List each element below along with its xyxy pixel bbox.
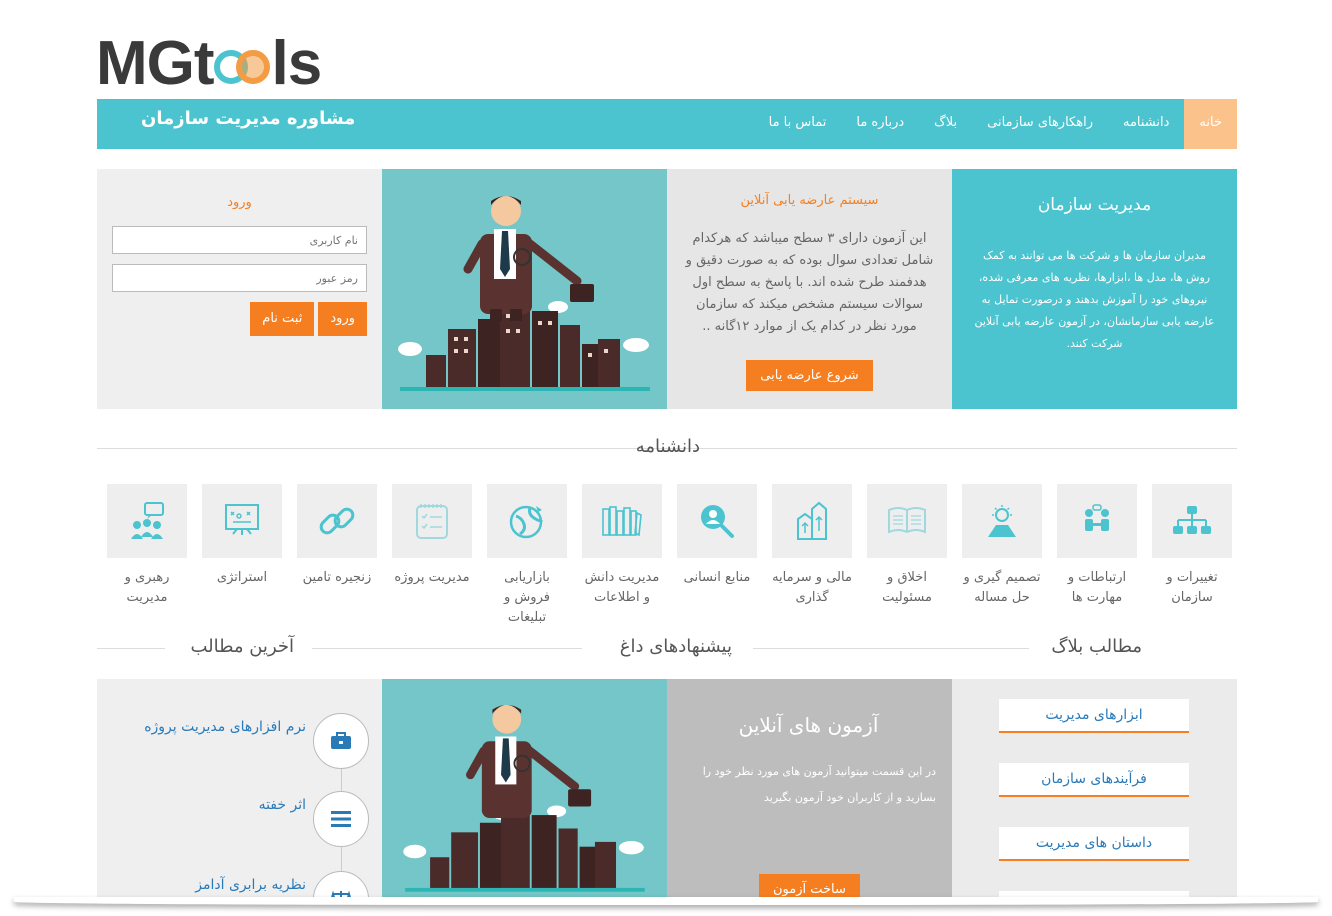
topic-label: مالی و سرمایه گذاری — [772, 570, 852, 605]
topic-label: تغییرات و سازمان — [1166, 570, 1218, 605]
topic-label: تصمیم گیری و حل مساله — [963, 570, 1041, 605]
strategy-board-icon — [202, 484, 282, 558]
nav-item-encyclopedia[interactable]: دانشنامه — [1108, 99, 1184, 149]
topic-leadership[interactable]: رهبری و مدیریت — [106, 484, 188, 608]
businessman-illustration-2 — [382, 679, 667, 900]
topic-label: منابع انسانی — [683, 570, 751, 585]
hero-row: مدیریت سازمان مدیران سازمان ها و شرکت ها… — [97, 169, 1237, 409]
topic-supply-chain[interactable]: زنجیره تامین — [296, 484, 378, 588]
topic-knowledge-management[interactable]: مدیریت دانش و اطلاعات — [581, 484, 663, 608]
latest-post-item[interactable]: نرم افزارهای مدیریت پروژه — [97, 713, 382, 773]
blog-category-management-stories[interactable]: داستان های مدیریت — [999, 827, 1189, 861]
latest-post-title[interactable]: نرم افزارهای مدیریت پروژه — [144, 719, 306, 735]
blog-categories-panel: ابزارهای مدیریت فرآیندهای سازمان داستان … — [952, 679, 1237, 900]
latest-posts-panel: نرم افزارهای مدیریت پروژه اثر خفته نظریه… — [97, 679, 382, 900]
topic-label: مدیریت دانش و اطلاعات — [584, 570, 660, 605]
latest-post-item[interactable]: نظریه برابری آدامز — [97, 871, 382, 900]
topic-change-organization[interactable]: تغییرات و سازمان — [1151, 484, 1233, 608]
hot-offers-heading: پیشنهادهای داغ — [619, 636, 732, 657]
assessment-title: سیستم عارضه یابی آنلاین — [740, 193, 879, 208]
nav-item-blog[interactable]: بلاگ — [919, 99, 972, 149]
latest-post-title[interactable]: نظریه برابری آدامز — [195, 877, 306, 893]
blog-category-management-tools[interactable]: ابزارهای مدیریت — [999, 699, 1189, 733]
latest-posts-heading: آخرین مطالب — [190, 636, 294, 657]
topic-label: ارتباطات و مهارت ها — [1067, 570, 1127, 605]
encyclopedia-heading: دانشنامه — [97, 436, 1237, 460]
username-input[interactable] — [112, 226, 367, 254]
communication-icon — [1057, 484, 1137, 558]
encyclopedia-title: دانشنامه — [635, 436, 700, 457]
chain-link-icon — [297, 484, 377, 558]
nav-menu: خانه دانشنامه راهکارهای سازمانی بلاگ درب… — [754, 99, 1237, 149]
checklist-icon — [392, 484, 472, 558]
topic-strategy[interactable]: استراتژی — [201, 484, 283, 588]
password-input[interactable] — [112, 264, 367, 292]
encyclopedia-grid: تغییرات و سازمان ارتباطات و مهارت ها تصم… — [103, 484, 1233, 625]
briefcase-icon — [313, 713, 369, 769]
books-icon — [582, 484, 662, 558]
login-panel: ورود ورود ثبت نام — [97, 169, 382, 409]
topic-communication[interactable]: ارتباطات و مهارت ها — [1056, 484, 1138, 608]
login-buttons: ورود ثبت نام — [112, 302, 367, 336]
org-chart-icon — [1152, 484, 1232, 558]
nav-item-home[interactable]: خانه — [1184, 99, 1237, 149]
topic-finance[interactable]: مالی و سرمایه گذاری — [771, 484, 853, 608]
intro-title: مدیریت سازمان — [1037, 195, 1152, 215]
businessman-illustration — [382, 169, 667, 409]
logo-text-right: ls — [271, 29, 323, 98]
topic-marketing[interactable]: بازاریابی فروش و تبلیغات — [486, 484, 568, 628]
topic-label: اخلاق و مسئولیت — [882, 570, 932, 605]
logo-text-left: MGt — [96, 29, 215, 98]
topic-label: بازاریابی فروش و تبلیغات — [504, 570, 550, 625]
site-logo[interactable]: MGt ls — [96, 33, 322, 95]
businessman-city-image — [398, 196, 650, 391]
online-tests-panel: آزمون های آنلاین در این قسمت میتوانید آز… — [667, 679, 952, 900]
main-navbar: خانه دانشنامه راهکارهای سازمانی بلاگ درب… — [97, 99, 1237, 149]
page-bottom-shadow — [14, 897, 1318, 905]
blog-category-org-processes[interactable]: فرآیندهای سازمان — [999, 763, 1189, 797]
finance-buildings-icon — [772, 484, 852, 558]
bottom-headings: مطالب بلاگ پیشنهادهای داغ آخرین مطالب — [97, 636, 1237, 660]
topic-label: رهبری و مدیریت — [124, 570, 170, 605]
topic-decision-making[interactable]: تصمیم گیری و حل مساله — [961, 484, 1043, 608]
intro-panel: مدیریت سازمان مدیران سازمان ها و شرکت ها… — [952, 169, 1237, 409]
latest-post-item[interactable]: اثر خفته — [97, 791, 382, 851]
globe-marketing-icon — [487, 484, 567, 558]
open-book-icon — [867, 484, 947, 558]
latest-post-title[interactable]: اثر خفته — [259, 797, 306, 813]
topic-ethics[interactable]: اخلاق و مسئولیت — [866, 484, 948, 608]
start-assessment-button[interactable]: شروع عارضه یابی — [746, 360, 873, 391]
hr-search-icon — [677, 484, 757, 558]
assessment-panel: سیستم عارضه یابی آنلاین این آزمون دارای … — [667, 169, 952, 409]
leadership-icon — [107, 484, 187, 558]
businessman-city-image — [403, 704, 645, 892]
nav-item-contact[interactable]: تماس با ما — [754, 99, 842, 149]
topic-label: مدیریت پروژه — [394, 570, 470, 585]
topic-label: استراتژی — [216, 570, 268, 585]
topic-project-management[interactable]: مدیریت پروژه — [391, 484, 473, 588]
topic-label: زنجیره تامین — [302, 570, 372, 585]
navbar-title: مشاوره مدیریت سازمان — [141, 108, 356, 129]
nav-item-solutions[interactable]: راهکارهای سازمانی — [972, 99, 1108, 149]
online-tests-text: در این قسمت میتوانید آزمون های مورد نظر … — [702, 765, 936, 804]
menu-lines-icon — [313, 791, 369, 847]
decision-bulb-icon — [962, 484, 1042, 558]
intro-text: مدیران سازمان ها و شرکت ها می توانند به … — [974, 249, 1215, 350]
nav-item-about[interactable]: درباره ما — [841, 99, 919, 149]
scales-icon — [313, 871, 369, 900]
online-tests-title: آزمون های آنلاین — [738, 713, 879, 737]
bottom-row: ابزارهای مدیریت فرآیندهای سازمان داستان … — [97, 679, 1237, 900]
blog-heading: مطالب بلاگ — [1051, 636, 1142, 657]
register-button[interactable]: ثبت نام — [250, 302, 315, 336]
assessment-text: این آزمون دارای ۳ سطح میباشد که هرکدام ش… — [685, 231, 934, 334]
topic-human-resources[interactable]: منابع انسانی — [676, 484, 758, 588]
page: MGt ls خانه دانشنامه راهکارهای سازمانی بل… — [0, 0, 1332, 900]
logo-rings-icon — [213, 46, 272, 86]
login-title: ورود — [227, 195, 252, 210]
login-button[interactable]: ورود — [318, 302, 367, 336]
